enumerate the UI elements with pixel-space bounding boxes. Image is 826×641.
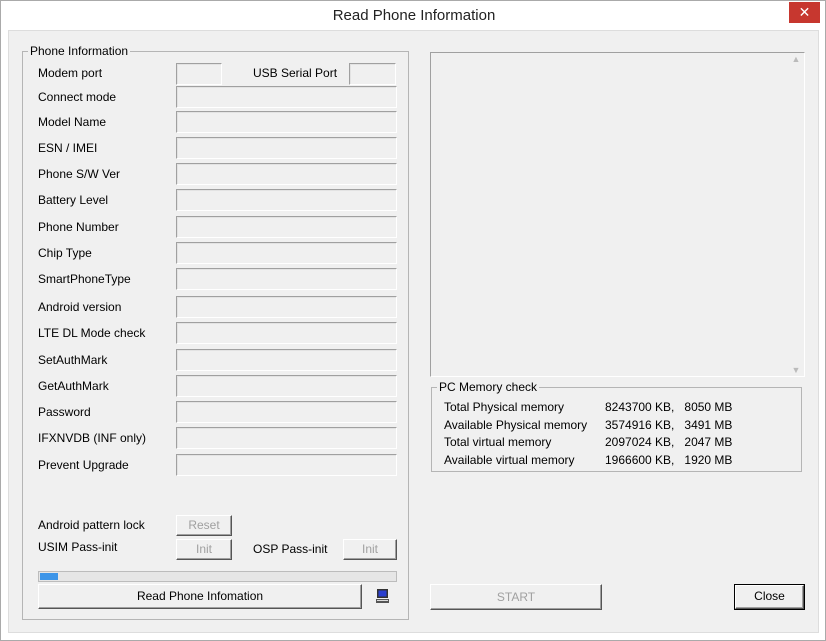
modem-port-field[interactable] [176,63,222,85]
field-label: Battery Level [38,193,109,207]
field-label: IFXNVDB (INF only) [38,431,147,445]
log-textarea[interactable] [430,52,805,377]
usb-serial-port-label: USB Serial Port [253,66,338,80]
log-scrollbar[interactable]: ▲ ▼ [788,54,804,375]
pattern-lock-label: Android pattern lock [38,518,145,532]
field-label: Prevent Upgrade [38,458,129,472]
field-label: SetAuthMark [38,353,108,367]
scroll-up-icon[interactable]: ▲ [788,54,804,64]
usim-init-button[interactable]: Init [176,539,232,560]
memory-label: Total virtual memory [444,435,552,449]
phone-information-legend: Phone Information [28,44,131,58]
reset-button[interactable]: Reset [176,515,232,536]
progress-bar [38,571,397,582]
field-input[interactable] [176,111,397,133]
field-label: Chip Type [38,246,92,260]
field-label: Password [38,405,91,419]
field-input[interactable] [176,454,397,476]
memory-value: 2097024 KB, 2047 MB [605,435,733,449]
field-label: LTE DL Mode check [38,326,146,340]
usb-serial-port-field[interactable] [349,63,396,85]
window-title: Read Phone Information [332,7,496,24]
field-label: Android version [38,300,122,314]
field-input[interactable] [176,296,397,318]
memory-value: 1966600 KB, 1920 MB [605,452,733,467]
field-input[interactable] [176,163,397,185]
field-label: Model Name [38,115,107,129]
field-input[interactable] [176,427,397,449]
start-button[interactable]: START [430,584,602,610]
memory-label: Available virtual memory [444,452,575,467]
field-label: Phone S/W Ver [38,167,121,181]
memory-label: Available Physical memory [444,417,588,432]
close-button[interactable]: Close [734,584,805,610]
usim-pass-init-label: USIM Pass-init [38,540,118,554]
field-input[interactable] [176,322,397,344]
field-input[interactable] [176,137,397,159]
field-input[interactable] [176,268,397,290]
memory-value: 8243700 KB, 8050 MB [605,400,733,414]
progress-fill [40,573,58,580]
window-close-button[interactable]: ✕ [789,2,820,23]
read-phone-information-button[interactable]: Read Phone Infomation [38,584,362,609]
field-input[interactable] [176,375,397,397]
field-input[interactable] [176,216,397,238]
field-input[interactable] [176,401,397,423]
osp-pass-init-label: OSP Pass-init [253,542,328,556]
computer-icon [375,589,390,604]
modem-port-label: Modem port [38,66,103,80]
field-input[interactable] [176,189,397,211]
osp-init-button[interactable]: Init [343,539,397,560]
memory-value: 3574916 KB, 3491 MB [605,417,733,432]
memory-label: Total Physical memory [444,400,565,414]
scroll-down-icon[interactable]: ▼ [788,365,804,375]
field-input[interactable] [176,86,397,108]
pc-memory-legend: PC Memory check [437,380,540,394]
field-label: ESN / IMEI [38,141,98,155]
field-input[interactable] [176,349,397,371]
field-label: Phone Number [38,220,119,234]
field-label: Connect mode [38,90,117,104]
field-input[interactable] [176,242,397,264]
field-label: SmartPhoneType [38,272,131,286]
field-label: GetAuthMark [38,379,109,393]
